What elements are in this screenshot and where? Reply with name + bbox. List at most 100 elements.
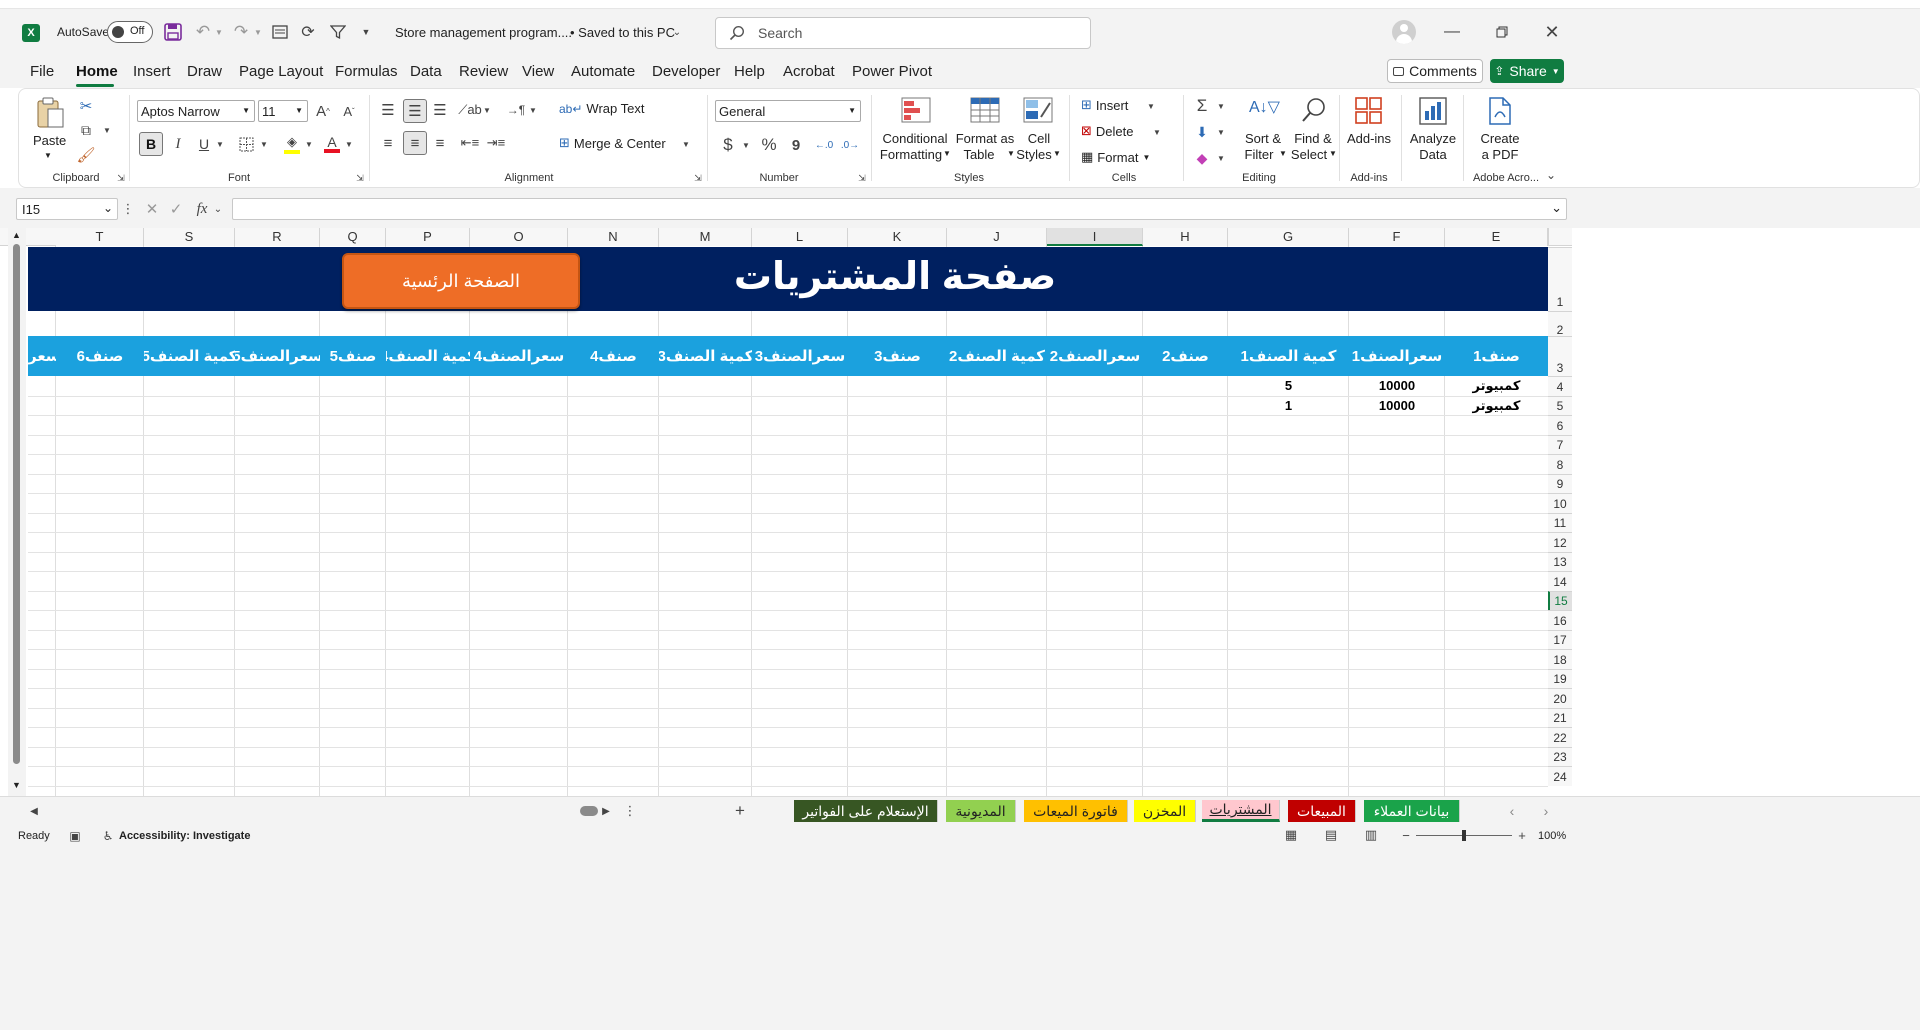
row-header[interactable]: 4 bbox=[1548, 376, 1572, 396]
share-button[interactable]: ⇪ Share ▼ bbox=[1490, 59, 1564, 83]
row-header[interactable]: 14 bbox=[1548, 571, 1572, 591]
tab-help[interactable]: Help bbox=[734, 63, 765, 80]
row-header[interactable]: 19 bbox=[1548, 669, 1572, 688]
row-header[interactable]: 6 bbox=[1548, 415, 1572, 435]
sheet-tab[interactable]: الإستعلام على الفواتير bbox=[794, 800, 938, 822]
row-header[interactable]: 5 bbox=[1548, 396, 1572, 415]
dialog-launcher-icon[interactable]: ⇲ bbox=[355, 173, 365, 183]
chevron-down-icon[interactable]: ⌄ bbox=[670, 23, 684, 41]
align-bottom-icon[interactable]: ☰ bbox=[429, 99, 451, 121]
font-size-select[interactable]: 11 ▼ bbox=[258, 100, 308, 122]
align-middle-icon[interactable]: ☰ bbox=[403, 99, 427, 123]
insert-cells-button[interactable]: ⊞ Insert bbox=[1081, 97, 1128, 113]
format-cells-button[interactable]: ▦ Format ▼ bbox=[1081, 149, 1150, 165]
align-center-icon[interactable]: ≡ bbox=[403, 131, 427, 155]
italic-button[interactable]: I bbox=[167, 132, 189, 156]
row-header[interactable]: 18 bbox=[1548, 649, 1572, 669]
find-select-button[interactable]: Find & Select ▼ bbox=[1289, 95, 1337, 165]
cell-item[interactable]: كمبيوتر bbox=[1445, 398, 1548, 414]
row-header[interactable]: 8 bbox=[1548, 454, 1572, 474]
row-header[interactable]: 3 bbox=[1548, 336, 1572, 376]
home-page-button[interactable]: الصفحة الرئسية bbox=[342, 253, 580, 309]
chevron-down-icon[interactable]: ▼ bbox=[528, 99, 538, 121]
redo-icon[interactable]: ↷ bbox=[229, 22, 253, 42]
accessibility-status[interactable]: Accessibility: Investigate bbox=[119, 830, 250, 842]
row-header[interactable]: 23 bbox=[1548, 747, 1572, 766]
chevron-down-icon[interactable]: ▼ bbox=[344, 132, 354, 156]
chevron-right-icon[interactable]: › bbox=[1538, 801, 1554, 821]
save-icon[interactable] bbox=[163, 22, 183, 42]
chevron-down-icon[interactable]: ▼ bbox=[1151, 123, 1163, 141]
chevron-down-icon[interactable]: ▼ bbox=[679, 135, 693, 153]
format-as-table-button[interactable]: Format as Table ▼ bbox=[955, 95, 1015, 165]
horizontal-scrollbar-thumb[interactable] bbox=[580, 806, 598, 816]
row-header[interactable]: 13 bbox=[1548, 552, 1572, 571]
chevron-down-icon[interactable]: ▼ bbox=[253, 22, 263, 42]
tab-developer[interactable]: Developer bbox=[652, 63, 720, 80]
column-header[interactable]: L bbox=[752, 228, 848, 246]
more-options-icon[interactable]: ⋮ bbox=[122, 198, 135, 220]
comma-button[interactable]: 9 bbox=[787, 133, 805, 157]
cell-qty[interactable]: 5 bbox=[1228, 378, 1349, 393]
tab-file[interactable]: File bbox=[30, 63, 54, 80]
fill-color-icon[interactable]: ◈ bbox=[281, 132, 303, 156]
delete-cells-button[interactable]: ⊠ Delete bbox=[1081, 123, 1133, 139]
zoom-out-icon[interactable]: − bbox=[1400, 827, 1412, 843]
sort-filter-button[interactable]: A↓▽ Sort & Filter ▼ bbox=[1239, 95, 1287, 165]
add-sheet-icon[interactable]: + bbox=[732, 801, 748, 821]
column-header[interactable]: P bbox=[386, 228, 470, 246]
column-header-selected[interactable]: I bbox=[1047, 228, 1143, 246]
align-top-icon[interactable]: ☰ bbox=[377, 99, 399, 121]
name-box[interactable]: I15 ⌄ bbox=[16, 198, 118, 220]
row-header-selected[interactable]: 15 bbox=[1548, 591, 1572, 610]
sheet-tab[interactable]: بيانات العملاء bbox=[1364, 800, 1460, 822]
column-header[interactable]: G bbox=[1228, 228, 1349, 246]
row-header[interactable]: 21 bbox=[1548, 708, 1572, 727]
scroll-right-icon[interactable]: ▶ bbox=[600, 801, 612, 821]
chevron-down-icon[interactable]: ▼ bbox=[215, 132, 225, 156]
page-layout-view-icon[interactable]: ▤ bbox=[1322, 827, 1340, 843]
chevron-down-icon[interactable]: ▼ bbox=[1215, 95, 1227, 117]
row-header[interactable]: 16 bbox=[1548, 610, 1572, 630]
tab-view[interactable]: View bbox=[522, 63, 554, 80]
column-header[interactable]: S bbox=[144, 228, 235, 246]
cell-item[interactable]: كمبيوتر bbox=[1445, 378, 1548, 394]
select-all-corner[interactable] bbox=[1548, 228, 1572, 246]
scroll-left-icon[interactable]: ◀ bbox=[26, 801, 42, 821]
collapse-ribbon-icon[interactable]: ⌄ bbox=[1543, 167, 1559, 183]
cell-styles-button[interactable]: Cell Styles ▼ bbox=[1016, 95, 1061, 165]
minimize-icon[interactable]: — bbox=[1440, 21, 1464, 43]
orientation-icon[interactable]: ⟋ab bbox=[458, 99, 482, 121]
number-format-select[interactable]: General ▼ bbox=[715, 100, 861, 122]
user-avatar[interactable] bbox=[1392, 20, 1416, 44]
zoom-level[interactable]: 100% bbox=[1538, 830, 1566, 842]
column-header[interactable]: E bbox=[1445, 228, 1548, 246]
row-header[interactable]: 1 bbox=[1548, 247, 1572, 311]
column-header[interactable]: Q bbox=[320, 228, 386, 246]
undo-icon[interactable]: ↶ bbox=[191, 22, 215, 42]
tab-data[interactable]: Data bbox=[410, 63, 442, 80]
create-pdf-button[interactable]: Create a PDF bbox=[1473, 95, 1527, 165]
column-header[interactable]: T bbox=[56, 228, 144, 246]
decrease-decimal-icon[interactable]: .0→ bbox=[839, 133, 861, 157]
comments-button[interactable]: Comments bbox=[1387, 59, 1483, 83]
column-header[interactable]: F bbox=[1349, 228, 1445, 246]
chevron-down-icon[interactable]: ▼ bbox=[1215, 121, 1227, 143]
normal-view-icon[interactable]: ▦ bbox=[1282, 827, 1300, 843]
save-status[interactable]: • Saved to this PC bbox=[570, 25, 675, 40]
conditional-formatting-button[interactable]: Conditional Formatting ▼ bbox=[879, 95, 951, 165]
row-header[interactable]: 7 bbox=[1548, 435, 1572, 454]
more-options-icon[interactable]: ⋮ bbox=[624, 801, 637, 821]
column-header[interactable]: M bbox=[659, 228, 752, 246]
row-header[interactable]: 2 bbox=[1548, 311, 1572, 337]
customize-qat-icon[interactable]: ▼ bbox=[358, 22, 374, 42]
align-left-icon[interactable]: ≡ bbox=[377, 131, 399, 155]
row-header[interactable]: 9 bbox=[1548, 474, 1572, 493]
autosave-toggle[interactable]: Off bbox=[107, 21, 153, 43]
chevron-down-icon[interactable]: ▼ bbox=[101, 119, 113, 141]
cut-icon[interactable]: ✂ bbox=[75, 95, 97, 117]
cell-price[interactable]: 10000 bbox=[1349, 398, 1445, 413]
worksheet[interactable]: T S R Q P O N M L K J I H G F E ▲ ▼ صفحة… bbox=[0, 228, 1920, 796]
tab-formulas[interactable]: Formulas bbox=[335, 63, 398, 80]
increase-indent-icon[interactable]: ⇥≡ bbox=[485, 131, 507, 155]
